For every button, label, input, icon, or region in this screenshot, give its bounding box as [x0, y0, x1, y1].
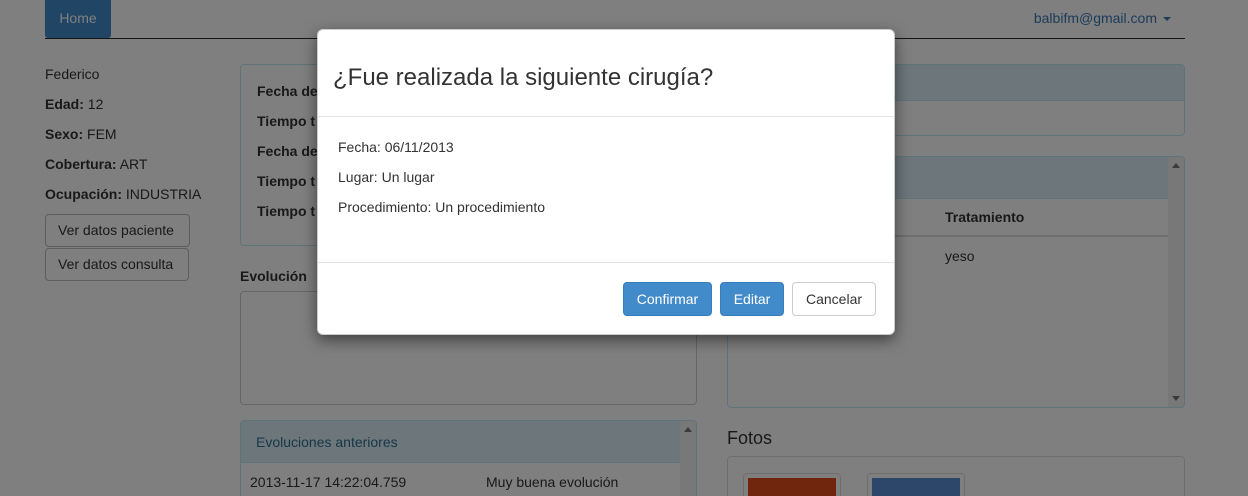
modal-body: Fecha: 06/11/2013 Lugar: Un lugar Proced…	[338, 138, 545, 228]
surgery-place: Lugar: Un lugar	[338, 169, 435, 185]
modal-title: ¿Fue realizada la siguiente cirugía?	[333, 64, 714, 91]
confirm-button[interactable]: Confirmar	[623, 282, 712, 316]
surgery-procedure: Procedimiento: Un procedimiento	[338, 199, 545, 215]
cancel-button[interactable]: Cancelar	[792, 282, 876, 316]
surgery-confirm-modal: ¿Fue realizada la siguiente cirugía? Fec…	[317, 29, 895, 335]
edit-button[interactable]: Editar	[720, 282, 784, 316]
modal-header: ¿Fue realizada la siguiente cirugía?	[318, 30, 894, 117]
modal-footer: Confirmar Editar Cancelar	[318, 262, 894, 336]
surgery-date: Fecha: 06/11/2013	[338, 139, 454, 155]
